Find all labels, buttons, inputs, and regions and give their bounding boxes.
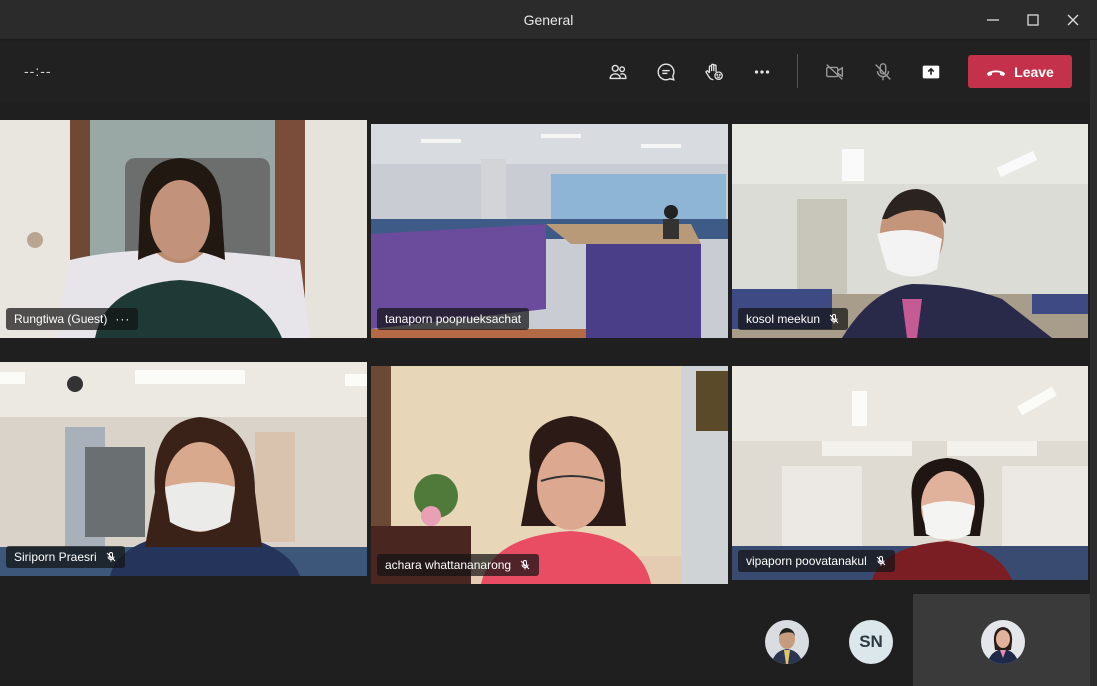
participants-icon: [609, 64, 627, 80]
video-feed: [371, 124, 728, 338]
participant-name: Siriporn Praesri: [14, 550, 97, 564]
video-tile-kosol[interactable]: kosol meekun: [732, 124, 1088, 338]
chat-icon: [657, 63, 675, 81]
camera-toggle-button[interactable]: [820, 57, 850, 87]
self-photo: [981, 620, 1025, 664]
participants-button[interactable]: [603, 57, 633, 87]
self-avatar: [981, 620, 1025, 664]
meeting-timer: --:--: [24, 63, 52, 79]
participant-initials-avatar[interactable]: SN: [849, 620, 893, 664]
participant-name-tag: Siriporn Praesri: [6, 546, 125, 568]
phone-hangup-icon: [987, 70, 1006, 76]
share-icon: [922, 65, 940, 79]
video-feed: [0, 362, 367, 576]
share-screen-button[interactable]: [916, 57, 946, 87]
more-icon: [754, 70, 770, 74]
participant-name: tanaporn pooprueksachat: [385, 312, 522, 326]
participant-name-tag: achara whattananarong: [377, 554, 540, 576]
window-scrollbar[interactable]: [1090, 40, 1097, 686]
participant-photo: [765, 620, 809, 664]
video-tile-achara[interactable]: achara whattananarong: [371, 366, 728, 584]
minimize-icon: [987, 19, 999, 21]
camera-off-icon: [826, 64, 844, 80]
participant-name-tag: vipaporn poovatanakul: [738, 550, 895, 572]
participant-name: kosol meekun: [746, 312, 821, 326]
raise-hand-button[interactable]: [699, 57, 729, 87]
participant-tray: SN: [0, 594, 1090, 686]
participant-name: Rungtiwa (Guest): [14, 312, 108, 326]
more-options-icon[interactable]: ···: [115, 312, 130, 326]
muted-mic-icon: [520, 560, 530, 570]
video-feed: [371, 366, 728, 584]
video-tile-siriporn[interactable]: Siriporn Praesri: [0, 362, 367, 576]
leave-label: Leave: [1014, 63, 1054, 80]
muted-mic-icon: [106, 552, 116, 562]
video-feed: [732, 366, 1088, 580]
self-view-tile[interactable]: [913, 594, 1090, 686]
maximize-icon: [1027, 14, 1039, 26]
leave-button[interactable]: Leave: [968, 55, 1072, 88]
video-feed: [732, 124, 1088, 338]
more-actions-button[interactable]: [747, 57, 777, 87]
participant-name-tag: Rungtiwa (Guest) ···: [6, 308, 139, 330]
video-tile-tanaporn[interactable]: tanaporn pooprueksachat: [371, 124, 728, 338]
chat-button[interactable]: [651, 57, 681, 87]
video-feed: [0, 120, 367, 338]
participant-name-tag: tanaporn pooprueksachat: [377, 308, 530, 330]
muted-mic-icon: [876, 556, 886, 566]
close-button[interactable]: [1061, 8, 1085, 32]
muted-mic-icon: [829, 314, 839, 324]
video-tile-vipaporn[interactable]: vipaporn poovatanakul: [732, 366, 1088, 580]
toolbar-divider: [797, 54, 798, 88]
avatar-initials: SN: [859, 632, 883, 651]
maximize-button[interactable]: [1021, 8, 1045, 32]
mic-off-icon: [875, 63, 891, 81]
window-title: General: [523, 12, 574, 28]
meeting-toolbar: --:-- Leave: [0, 41, 1097, 103]
participant-name: achara whattananarong: [385, 558, 512, 572]
video-grid: Rungtiwa (Guest) ··· tanaporn pooprueksa…: [0, 106, 1090, 590]
participant-avatar[interactable]: [765, 620, 809, 664]
mic-toggle-button[interactable]: [868, 57, 898, 87]
raise-hand-icon: [705, 63, 723, 81]
participant-name: vipaporn poovatanakul: [746, 554, 867, 568]
close-icon: [1067, 14, 1079, 26]
minimize-button[interactable]: [981, 8, 1005, 32]
video-tile-rungtiwa[interactable]: Rungtiwa (Guest) ···: [0, 120, 367, 338]
title-bar: General: [0, 0, 1097, 40]
participant-name-tag: kosol meekun: [738, 308, 849, 330]
